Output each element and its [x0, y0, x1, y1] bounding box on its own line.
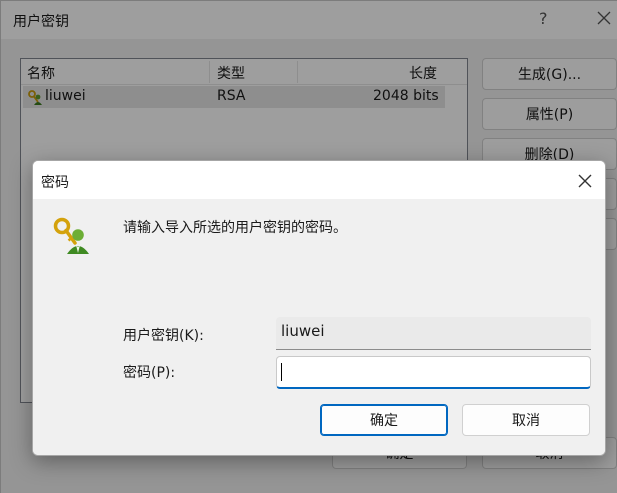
text-caret — [281, 363, 282, 381]
user-key-field: liuwei — [276, 317, 591, 350]
password-input[interactable] — [276, 356, 591, 389]
dialog-titlebar: 密码 — [33, 161, 605, 199]
password-label: 密码(P): — [123, 365, 176, 381]
close-icon[interactable] — [573, 169, 597, 193]
password-dialog: 密码 请输入导入所选的用户密钥的密码。 用户密钥(K): liuwei 密码(P… — [32, 160, 606, 456]
cancel-button[interactable]: 取消 — [462, 404, 590, 436]
dialog-message: 请输入导入所选的用户密钥的密码。 — [123, 220, 347, 236]
ok-button[interactable]: 确定 — [320, 404, 448, 436]
user-key-label: 用户密钥(K): — [123, 328, 204, 344]
user-key-icon — [53, 217, 89, 254]
dialog-title: 密码 — [41, 175, 69, 191]
dialog-body: 请输入导入所选的用户密钥的密码。 用户密钥(K): liuwei 密码(P): … — [33, 199, 605, 455]
